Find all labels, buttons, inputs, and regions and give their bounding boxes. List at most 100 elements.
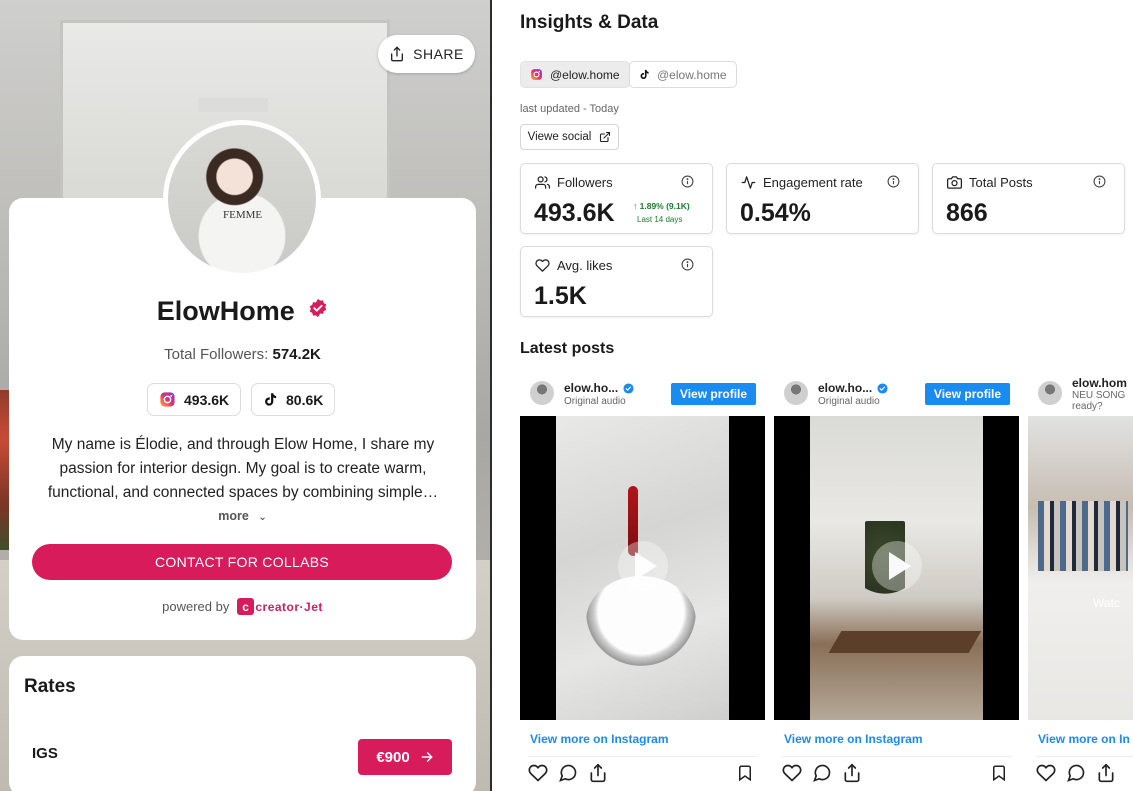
share-icon[interactable] <box>588 763 608 783</box>
post-account[interactable]: elow.ho... <box>818 381 888 395</box>
post-account[interactable]: elow.ho... <box>564 381 634 395</box>
post-thumbnail: Watc <box>1028 416 1133 720</box>
instagram-icon <box>531 69 542 80</box>
verified-badge-icon <box>310 298 327 318</box>
stat-value: 866 <box>946 199 988 227</box>
arrow-right-icon <box>421 752 433 762</box>
post-avatar[interactable] <box>530 381 554 405</box>
share-button[interactable]: SHARE <box>378 35 475 73</box>
avatar-tee-print: FEMME <box>223 209 263 221</box>
comment-icon[interactable] <box>558 763 578 783</box>
post-video[interactable] <box>520 416 765 720</box>
users-icon <box>535 176 550 189</box>
play-icon[interactable] <box>618 541 668 591</box>
handle-tab-instagram[interactable]: @elow.home <box>520 61 630 88</box>
like-icon[interactable] <box>528 763 548 783</box>
tiktok-followers-value: 80.6K <box>286 391 324 408</box>
view-profile-button[interactable]: View profile <box>925 383 1010 405</box>
panel-divider <box>490 0 492 791</box>
stat-card-total-posts: Total Posts 866 <box>932 163 1125 234</box>
view-profile-button[interactable]: View profile <box>671 383 756 405</box>
like-icon[interactable] <box>782 763 802 783</box>
stat-card-followers: Followers 493.6K ↑ 1.89% (9.1K) Last 14 … <box>520 163 713 234</box>
stat-value: 1.5K <box>534 282 587 310</box>
view-more-link[interactable]: View more on In <box>1038 732 1130 746</box>
creatorjet-logo-text: creator·Jet <box>255 599 323 614</box>
stat-label: Engagement rate <box>741 175 863 190</box>
comment-icon[interactable] <box>1066 763 1086 783</box>
more-label: more <box>218 509 249 523</box>
post-avatar[interactable] <box>784 381 808 405</box>
bookmark-icon[interactable] <box>990 763 1008 783</box>
info-icon[interactable] <box>681 258 694 271</box>
verified-icon <box>877 382 888 394</box>
post-card: elow.ho... Original audio View profile V… <box>520 373 765 791</box>
post-actions <box>528 763 758 783</box>
profile-bio: My name is Élodie, and through Elow Home… <box>47 436 439 501</box>
more-toggle[interactable]: more ⌄ <box>0 509 485 523</box>
stat-label-text: Engagement rate <box>763 175 863 190</box>
stat-label-text: Avg. likes <box>557 258 613 273</box>
instagram-followers-value: 493.6K <box>184 391 230 408</box>
chevron-down-icon: ⌄ <box>258 512 267 523</box>
stat-label: Avg. likes <box>535 258 612 273</box>
post-audio: Original audio <box>564 396 626 407</box>
activity-icon <box>741 176 756 189</box>
info-icon[interactable] <box>1093 175 1106 188</box>
bookmark-icon[interactable] <box>736 763 754 783</box>
post-account[interactable]: elow.hom <box>1072 376 1127 390</box>
camera-icon <box>947 176 962 189</box>
share-icon[interactable] <box>1096 763 1116 783</box>
instagram-icon <box>160 392 175 407</box>
comment-icon[interactable] <box>812 763 832 783</box>
powered-by: powered by c creator·Jet <box>0 598 485 615</box>
info-icon[interactable] <box>887 175 900 188</box>
handle-label: @elow.home <box>657 67 727 82</box>
stat-value: 0.54% <box>740 199 811 227</box>
stat-delta-value: 1.89% (9.1K) <box>639 201 690 211</box>
stat-label: Followers <box>535 175 613 190</box>
post-video[interactable]: Watc <box>1028 416 1133 720</box>
post-separator <box>782 756 1012 757</box>
handle-tab-tiktok[interactable]: @elow.home <box>629 61 737 88</box>
profile-name-row: ElowHome <box>0 296 485 327</box>
rate-price-button[interactable]: €900 <box>358 739 452 775</box>
contact-for-collabs-button[interactable]: CONTACT FOR COLLABS <box>32 544 452 580</box>
profile-name: ElowHome <box>156 296 295 326</box>
post-account-name: elow.ho... <box>564 381 619 395</box>
stat-label-text: Followers <box>557 175 613 190</box>
creatorjet-logo[interactable]: c creator·Jet <box>237 598 323 615</box>
like-icon[interactable] <box>1036 763 1056 783</box>
post-video[interactable] <box>774 416 1019 720</box>
tiktok-icon <box>640 69 649 80</box>
last-updated: last updated - Today <box>520 103 619 115</box>
stat-card-engagement: Engagement rate 0.54% <box>726 163 919 234</box>
post-card: elow.ho... Original audio View profile V… <box>774 373 1019 791</box>
share-label: SHARE <box>413 46 464 62</box>
view-more-link[interactable]: View more on Instagram <box>784 732 923 746</box>
stat-value: 493.6K <box>534 199 615 227</box>
post-audio: Original audio <box>818 396 880 407</box>
instagram-followers-pill[interactable]: 493.6K <box>147 383 242 416</box>
thumbnail-overlay-text: Watc <box>1093 596 1120 610</box>
creatorjet-logo-mark: c <box>237 598 255 615</box>
view-more-link[interactable]: View more on Instagram <box>530 732 669 746</box>
total-followers-value: 574.2K <box>272 346 321 363</box>
stat-label: Total Posts <box>947 175 1033 190</box>
total-followers: Total Followers: 574.2K <box>0 346 485 363</box>
tiktok-followers-pill[interactable]: 80.6K <box>251 383 336 416</box>
play-icon[interactable] <box>872 541 922 591</box>
total-followers-label: Total Followers: <box>164 346 269 363</box>
info-icon[interactable] <box>681 175 694 188</box>
post-separator <box>1036 756 1133 757</box>
post-avatar[interactable] <box>1038 381 1062 405</box>
view-social-button[interactable]: Viewe social <box>520 124 619 150</box>
heart-icon <box>535 259 550 272</box>
thumbnail-table <box>828 631 982 653</box>
post-card: elow.hom NEU SONG ready? Watc View more … <box>1028 373 1133 791</box>
avatar: FEMME <box>163 120 321 278</box>
post-audio: NEU SONG <box>1072 390 1126 401</box>
stat-label-text: Total Posts <box>969 175 1033 190</box>
share-icon[interactable] <box>842 763 862 783</box>
stat-card-avg-likes: Avg. likes 1.5K <box>520 246 713 317</box>
